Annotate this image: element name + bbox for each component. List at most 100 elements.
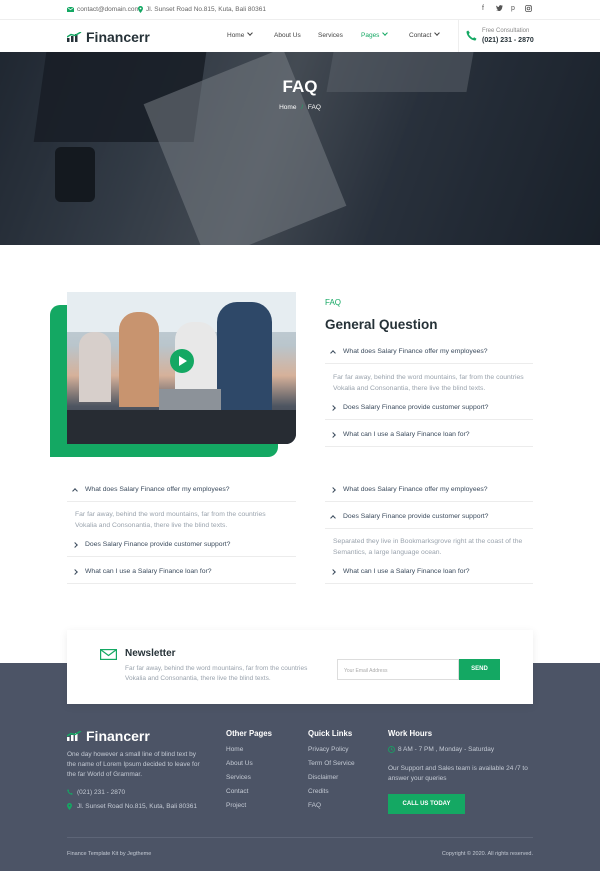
footer-credit: Finance Template Kit by Jegtheme	[67, 851, 152, 857]
divider	[325, 501, 533, 502]
chevron-right-icon	[330, 431, 336, 438]
map-pin-icon	[138, 6, 143, 13]
other-pages-title: Other Pages	[226, 729, 272, 738]
faq-question-text: Does Salary Finance provide customer sup…	[85, 541, 231, 548]
faq-right-q3[interactable]: What can I use a Salary Finance loan for…	[330, 568, 470, 575]
chevron-right-icon	[330, 568, 336, 575]
work-hours-title: Work Hours	[388, 729, 433, 738]
faq-question-text: What can I use a Salary Finance loan for…	[85, 568, 212, 575]
faq-main-q3[interactable]: What can I use a Salary Finance loan for…	[330, 431, 470, 438]
footer-phone[interactable]: (021) 231 - 2870	[77, 788, 125, 798]
footer-copyright: Copyright © 2020. All rights reserved.	[441, 851, 533, 857]
page-title: FAQ	[282, 77, 318, 96]
phone-icon	[466, 30, 477, 41]
newsletter-title: Newsletter	[125, 648, 176, 659]
footer-link-contact[interactable]: Contact	[226, 788, 248, 795]
breadcrumb-separator: /	[301, 104, 304, 111]
faq-left-q1[interactable]: What does Salary Finance offer my employ…	[72, 486, 230, 494]
newsletter-text: Far far away, behind the word mountains,…	[125, 665, 308, 683]
footer-brand-name: Financerr	[86, 728, 150, 744]
consult-label: Free Consultation	[482, 28, 530, 34]
footer-link-project[interactable]: Project	[226, 802, 246, 809]
header-divider	[458, 20, 459, 52]
logo-chart-icon	[67, 731, 82, 741]
divider	[67, 501, 296, 502]
chevron-down-icon	[382, 30, 389, 36]
topbar-email-text: contact@domain.com	[77, 6, 140, 13]
faq-main-q1[interactable]: What does Salary Finance offer my employ…	[330, 348, 488, 356]
faq-question-text: What can I use a Salary Finance loan for…	[343, 431, 470, 438]
map-pin-icon	[67, 803, 72, 810]
divider	[67, 583, 296, 584]
nav-contact-label: Contact	[409, 32, 432, 39]
footer-link-faq[interactable]: FAQ	[308, 802, 321, 809]
chevron-up-icon	[330, 514, 336, 521]
divider	[325, 363, 533, 364]
footer-link-disclaimer[interactable]: Disclaimer	[308, 774, 338, 781]
faq-question-text: What does Salary Finance offer my employ…	[343, 486, 488, 493]
footer-about: One day however a small line of blind te…	[67, 751, 200, 779]
topbar-address-text: Jl. Sunset Road No.815, Kuta, Bali 80361	[146, 6, 266, 13]
brand-name: Financerr	[86, 29, 150, 45]
breadcrumb-current: FAQ	[307, 104, 321, 111]
nav-about[interactable]: About Us	[274, 32, 301, 39]
chevron-right-icon	[72, 541, 78, 548]
faq-right-a2: Separated they live in Bookmarksgrove ri…	[333, 538, 523, 556]
newsletter-email-input[interactable]: Your Email Address	[337, 659, 459, 680]
instagram-icon[interactable]	[525, 5, 532, 14]
nav-pages-label: Pages	[361, 32, 380, 39]
nav-contact[interactable]: Contact	[409, 30, 441, 39]
nav-home-label: Home	[227, 32, 245, 39]
divider	[67, 556, 296, 557]
footer-brand-logo[interactable]: Financerr	[67, 728, 150, 744]
nav-services[interactable]: Services	[318, 32, 343, 39]
table-shape	[67, 410, 296, 444]
nav-home[interactable]: Home	[227, 30, 254, 39]
faq-main-a1: Far far away, behind the word mountains,…	[333, 374, 524, 392]
faq-tag: FAQ	[325, 298, 342, 307]
play-button[interactable]	[170, 349, 194, 373]
mail-icon	[67, 7, 74, 12]
footer-link-home[interactable]: Home	[226, 746, 243, 753]
site-header: Financerr Home About Us Services Pages C…	[0, 20, 600, 52]
faq-left-q3[interactable]: What can I use a Salary Finance loan for…	[72, 568, 212, 575]
footer-link-about[interactable]: About Us	[226, 760, 253, 767]
nav-pages[interactable]: Pages	[361, 30, 389, 39]
chevron-right-icon	[72, 568, 78, 575]
quick-links-title: Quick Links	[308, 729, 353, 738]
phone-icon	[67, 789, 73, 795]
topbar-email[interactable]: contact@domain.com	[67, 6, 140, 13]
twitter-icon[interactable]	[496, 5, 503, 13]
divider	[325, 419, 533, 420]
footer-divider	[67, 837, 533, 838]
faq-left-a1: Far far away, behind the word mountains,…	[75, 511, 266, 529]
chevron-down-icon	[434, 30, 441, 36]
facebook-icon[interactable]: f	[482, 5, 484, 12]
work-hours-text: 8 AM - 7 PM , Monday - Saturday	[398, 746, 495, 753]
pinterest-icon[interactable]: p	[511, 5, 515, 12]
brand-logo[interactable]: Financerr	[67, 29, 150, 45]
divider	[325, 446, 533, 447]
logo-chart-icon	[67, 32, 82, 42]
faq-right-q2[interactable]: Does Salary Finance provide customer sup…	[330, 513, 488, 521]
footer-link-terms[interactable]: Term Of Service	[308, 760, 355, 767]
consult-phone[interactable]: (021) 231 - 2870	[482, 37, 534, 44]
faq-right-q1[interactable]: What does Salary Finance offer my employ…	[330, 486, 488, 493]
faq-main-q2[interactable]: Does Salary Finance provide customer sup…	[330, 404, 488, 411]
divider	[325, 583, 533, 584]
clock-icon	[388, 746, 395, 753]
footer-link-services[interactable]: Services	[226, 774, 251, 781]
newsletter-send-button[interactable]: SEND	[459, 659, 500, 680]
top-bar: contact@domain.com Jl. Sunset Road No.81…	[0, 0, 600, 20]
footer-link-credits[interactable]: Credits	[308, 788, 329, 795]
chevron-right-icon	[330, 404, 336, 411]
chevron-down-icon	[247, 30, 254, 36]
faq-question-text: What can I use a Salary Finance loan for…	[343, 568, 470, 575]
footer-link-privacy[interactable]: Privacy Policy	[308, 746, 348, 753]
chevron-up-icon	[72, 487, 78, 494]
breadcrumb-home[interactable]: Home	[279, 104, 296, 111]
call-us-button[interactable]: CALL US TODAY	[388, 794, 465, 814]
faq-left-q2[interactable]: Does Salary Finance provide customer sup…	[72, 541, 231, 548]
faq-question-text: What does Salary Finance offer my employ…	[343, 348, 488, 355]
envelope-icon	[100, 649, 117, 660]
